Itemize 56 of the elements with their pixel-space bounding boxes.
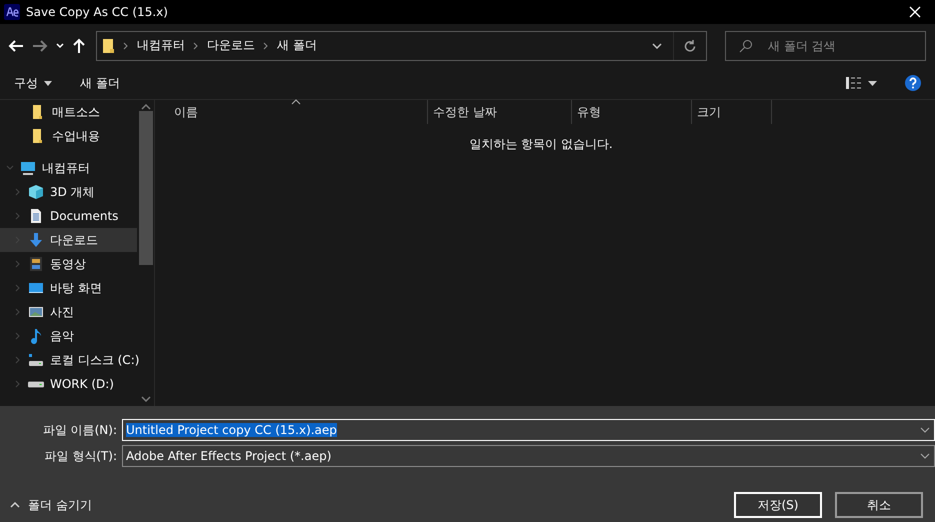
column-header[interactable]: 크기: [692, 100, 772, 124]
sidebar-item[interactable]: 다운로드: [0, 228, 137, 252]
chevron-down-icon[interactable]: [54, 40, 66, 51]
music-note-icon: [28, 328, 44, 344]
breadcrumb-item[interactable]: 내컴퓨터: [137, 37, 185, 54]
sidebar-item[interactable]: 음악: [0, 324, 137, 348]
breadcrumb-item[interactable]: 다운로드: [207, 37, 255, 54]
breadcrumb-item[interactable]: 새 폴더: [277, 37, 317, 54]
sidebar-item[interactable]: 내컴퓨터: [0, 156, 137, 180]
address-bar[interactable]: 내컴퓨터 다운로드 새 폴더: [96, 30, 707, 61]
view-options-button[interactable]: [846, 77, 877, 90]
sidebar-item[interactable]: 동영상: [0, 252, 137, 276]
hide-folders-button[interactable]: 폴더 숨기기: [10, 496, 721, 514]
disk-drive-icon: [28, 352, 44, 368]
file-type-dropdown[interactable]: Adobe After Effects Project (*.aep): [122, 445, 935, 468]
sidebar-item[interactable]: 사진: [0, 300, 137, 324]
film-icon: [28, 256, 44, 272]
sidebar-item[interactable]: 매트소스: [0, 100, 137, 124]
column-header[interactable]: 유형: [572, 100, 692, 124]
help-icon[interactable]: [905, 75, 921, 92]
close-icon[interactable]: [909, 6, 921, 18]
file-name-field[interactable]: Untitled Project copy CC (15.x).aep: [122, 419, 935, 442]
sidebar-item[interactable]: 바탕 화면: [0, 276, 137, 300]
sidebar-item[interactable]: Documents: [0, 204, 137, 228]
new-folder-button[interactable]: 새 폴더: [80, 74, 120, 92]
search-icon: [739, 38, 753, 53]
column-header[interactable]: 수정한 날짜: [428, 100, 572, 124]
scroll-up-icon[interactable]: [140, 104, 150, 110]
folder-icon: [103, 38, 115, 54]
empty-message: 일치하는 항목이 없습니다.: [469, 137, 613, 152]
column-header[interactable]: 이름: [155, 100, 428, 124]
breadcrumb-chevron-icon: [123, 42, 129, 50]
disk-drive-icon: [28, 380, 44, 388]
field-label: 파일 형식(T):: [43, 448, 118, 465]
field-label: 파일 이름(N):: [42, 422, 118, 439]
chevron-up-icon: [10, 502, 20, 508]
sidebar-item[interactable]: WORK (D:): [0, 372, 137, 396]
scrollbar-thumb[interactable]: [138, 111, 152, 266]
organize-menu-button[interactable]: 구성: [14, 74, 52, 92]
save-button[interactable]: 저장(S): [734, 492, 822, 518]
breadcrumb-chevron-icon: [263, 42, 269, 50]
search-field[interactable]: 새 폴더 검색: [725, 30, 926, 61]
cancel-button[interactable]: 취소: [835, 492, 923, 518]
sidebar-item[interactable]: 로컬 디스크 (C:): [0, 348, 137, 372]
app-logo-icon: [4, 4, 20, 20]
document-icon: [28, 208, 44, 224]
breadcrumb-chevron-icon: [193, 42, 199, 50]
monitor-icon: [20, 160, 36, 176]
dropdown-triangle-icon: [868, 80, 877, 86]
sidebar-item[interactable]: 수업내용: [0, 124, 137, 148]
scroll-down-icon[interactable]: [140, 396, 150, 402]
dropdown-triangle-icon: [44, 80, 52, 86]
cube-icon: [28, 184, 44, 200]
download-arrow-icon: [28, 232, 44, 248]
window-title: Save Copy As CC (15.x): [26, 5, 169, 19]
sidebar-item[interactable]: 3D 개체: [0, 180, 137, 204]
